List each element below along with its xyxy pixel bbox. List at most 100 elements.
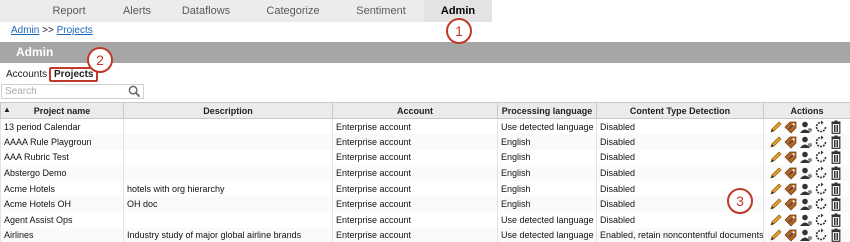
trash-icon[interactable] bbox=[829, 182, 843, 196]
table-row[interactable]: Abstergo Demo Enterprise account English Di… bbox=[0, 165, 850, 181]
header-account[interactable]: Account bbox=[332, 102, 498, 119]
tag-icon[interactable] bbox=[784, 150, 798, 164]
pencil-icon[interactable] bbox=[769, 182, 783, 196]
cell-account: Enterprise account bbox=[332, 134, 498, 150]
tag-icon[interactable] bbox=[784, 213, 798, 227]
tab-dataflows[interactable]: Dataflows bbox=[164, 0, 248, 22]
cell-description bbox=[123, 165, 333, 181]
cell-processing-language: Use detected language bbox=[497, 227, 597, 242]
trash-icon[interactable] bbox=[829, 135, 843, 149]
cell-actions bbox=[763, 196, 850, 213]
breadcrumb-projects-link[interactable]: Projects bbox=[57, 25, 93, 36]
cell-content-type-detection: Disabled bbox=[596, 165, 764, 181]
user-icon[interactable] bbox=[799, 197, 813, 211]
projects-table: ▲ Project name Description Account Proce… bbox=[0, 102, 850, 242]
pencil-icon[interactable] bbox=[769, 166, 783, 180]
cell-processing-language: English bbox=[497, 180, 597, 197]
breadcrumb-admin-link[interactable]: Admin bbox=[11, 25, 39, 36]
tag-icon[interactable] bbox=[784, 228, 798, 242]
table-row[interactable]: AAA Rubric Test Enterprise account English… bbox=[0, 149, 850, 166]
cell-project-name: Acme Hotels OH bbox=[0, 196, 124, 213]
refresh-icon[interactable] bbox=[814, 182, 828, 196]
cell-actions bbox=[763, 227, 850, 242]
cell-actions bbox=[763, 180, 850, 197]
cell-processing-language: English bbox=[497, 165, 597, 181]
tab-report[interactable]: Report bbox=[28, 0, 110, 22]
tab-sentiment[interactable]: Sentiment bbox=[338, 0, 424, 22]
user-icon[interactable] bbox=[799, 135, 813, 149]
cell-project-name: Abstergo Demo bbox=[0, 165, 124, 181]
search-icon[interactable] bbox=[128, 85, 141, 98]
search-box bbox=[1, 84, 144, 99]
table-row[interactable]: Acme Hotels hotels with org hierarchy Ente… bbox=[0, 180, 850, 197]
user-icon[interactable] bbox=[799, 166, 813, 180]
tag-icon[interactable] bbox=[784, 120, 798, 134]
cell-description bbox=[123, 149, 333, 166]
tag-icon[interactable] bbox=[784, 197, 798, 211]
header-actions: Actions bbox=[763, 102, 850, 119]
top-navigation: Report Alerts Dataflows Categorize Senti… bbox=[0, 0, 850, 22]
trash-icon[interactable] bbox=[829, 197, 843, 212]
trash-icon[interactable] bbox=[829, 228, 843, 242]
user-icon[interactable] bbox=[799, 182, 813, 196]
pencil-icon[interactable] bbox=[769, 213, 783, 227]
tag-icon[interactable] bbox=[784, 166, 798, 180]
pencil-icon[interactable] bbox=[769, 135, 783, 149]
cell-project-name: Agent Assist Ops bbox=[0, 212, 124, 228]
table-header-row: ▲ Project name Description Account Proce… bbox=[0, 102, 850, 119]
refresh-icon[interactable] bbox=[814, 166, 828, 180]
cell-content-type-detection: Disabled bbox=[596, 149, 764, 166]
refresh-icon[interactable] bbox=[814, 150, 828, 164]
refresh-icon[interactable] bbox=[814, 213, 828, 227]
cell-account: Enterprise account bbox=[332, 149, 498, 166]
cell-account: Enterprise account bbox=[332, 227, 498, 242]
table-row[interactable]: AAAA Rule Playgroun Enterprise account Eng… bbox=[0, 134, 850, 150]
tag-icon[interactable] bbox=[784, 135, 798, 149]
header-processing-language[interactable]: Processing language bbox=[497, 102, 597, 119]
refresh-icon[interactable] bbox=[814, 135, 828, 149]
refresh-icon[interactable] bbox=[814, 120, 828, 134]
cell-processing-language: English bbox=[497, 149, 597, 166]
table-row[interactable]: Airlines Industry study of major global a… bbox=[0, 227, 850, 242]
trash-icon[interactable] bbox=[829, 166, 843, 180]
section-title: Admin bbox=[0, 42, 850, 63]
pencil-icon[interactable] bbox=[769, 197, 783, 211]
trash-icon[interactable] bbox=[829, 213, 843, 227]
refresh-icon[interactable] bbox=[814, 197, 828, 211]
cell-description bbox=[123, 118, 333, 135]
header-project-name[interactable]: ▲ Project name bbox=[0, 102, 124, 119]
pencil-icon[interactable] bbox=[769, 150, 783, 164]
header-description[interactable]: Description bbox=[123, 102, 333, 119]
refresh-icon[interactable] bbox=[814, 228, 828, 242]
cell-description bbox=[123, 134, 333, 150]
cell-project-name: Acme Hotels bbox=[0, 180, 124, 197]
pencil-icon[interactable] bbox=[769, 228, 783, 242]
header-content-type-detection[interactable]: Content Type Detection bbox=[596, 102, 764, 119]
cell-actions bbox=[763, 118, 850, 135]
user-icon[interactable] bbox=[799, 228, 813, 242]
cell-description: OH doc bbox=[123, 196, 333, 213]
cell-account: Enterprise account bbox=[332, 196, 498, 213]
trash-icon[interactable] bbox=[829, 150, 843, 165]
user-icon[interactable] bbox=[799, 213, 813, 227]
user-icon[interactable] bbox=[799, 120, 813, 134]
tab-alerts[interactable]: Alerts bbox=[110, 0, 164, 22]
cell-description: hotels with org hierarchy bbox=[123, 180, 333, 197]
table-row[interactable]: Agent Assist Ops Enterprise account Use de… bbox=[0, 212, 850, 228]
cell-description: Industry study of major global airline b… bbox=[123, 227, 333, 242]
tab-categorize[interactable]: Categorize bbox=[248, 0, 338, 22]
pencil-icon[interactable] bbox=[769, 120, 783, 134]
table-row[interactable]: Acme Hotels OH OH doc Enterprise account En… bbox=[0, 196, 850, 213]
annotation-marker-1: 1 bbox=[446, 18, 472, 44]
table-row[interactable]: 13 period Calendar Enterprise account Use … bbox=[0, 118, 850, 135]
tag-icon[interactable] bbox=[784, 182, 798, 196]
annotation-marker-2: 2 bbox=[87, 47, 113, 73]
user-icon[interactable] bbox=[799, 150, 813, 164]
annotation-marker-3: 3 bbox=[727, 188, 753, 214]
cell-actions bbox=[763, 165, 850, 181]
subtab-accounts[interactable]: Accounts bbox=[6, 67, 47, 82]
trash-icon[interactable] bbox=[829, 120, 843, 134]
nav-spacer bbox=[0, 0, 28, 22]
search-input[interactable] bbox=[2, 85, 126, 98]
breadcrumb-separator: >> bbox=[42, 25, 54, 36]
